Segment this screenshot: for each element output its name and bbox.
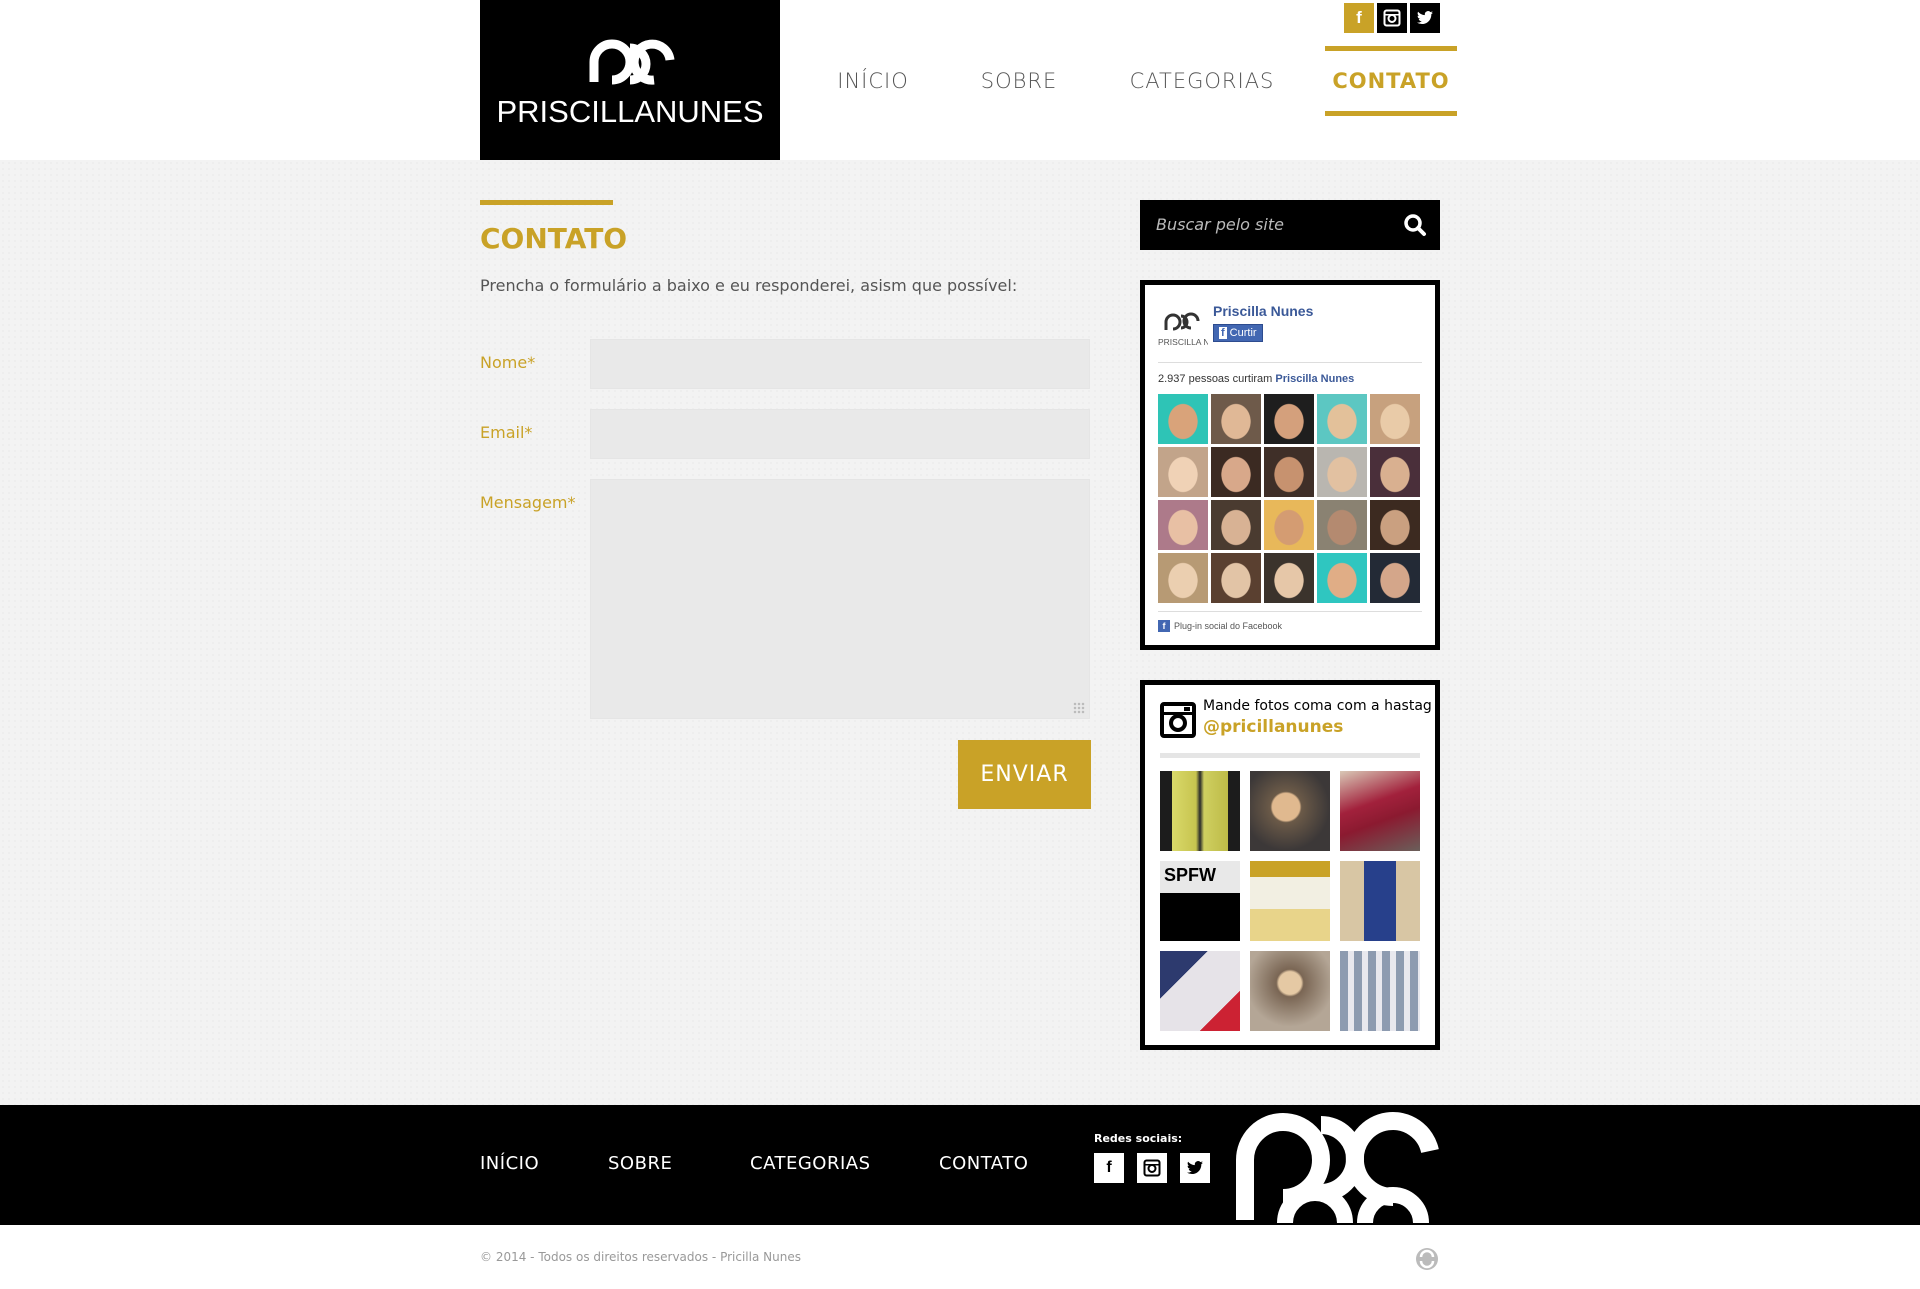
facebook-page-logo[interactable]: PRISCILLA NUNES	[1158, 304, 1208, 354]
facebook-fan-avatar[interactable]	[1317, 553, 1367, 603]
instagram-photo[interactable]	[1250, 771, 1330, 851]
nav-item-contato[interactable]: CONTATO	[1325, 46, 1457, 116]
facebook-fan-avatar[interactable]	[1264, 553, 1314, 603]
footer-social-label: Redes sociais:	[1094, 1132, 1183, 1145]
facebook-logo-text: PRISCILLA NUNES	[1158, 337, 1208, 347]
search-icon[interactable]	[1402, 212, 1428, 238]
instagram-photo[interactable]	[1160, 951, 1240, 1031]
instagram-photo[interactable]	[1250, 951, 1330, 1031]
message-field[interactable]	[590, 479, 1090, 719]
nav-item-sobre[interactable]: SOBRE	[968, 46, 1070, 116]
facebook-fan-avatar[interactable]	[1158, 500, 1208, 550]
instagram-hashtag[interactable]: @pricillanunes	[1203, 717, 1343, 737]
facebook-fan-avatar[interactable]	[1211, 447, 1261, 497]
facebook-count-text: 2.937 pessoas curtiram	[1158, 373, 1273, 385]
instagram-photo[interactable]	[1340, 771, 1420, 851]
nav-item-categorias[interactable]: CATEGORIAS	[1125, 46, 1279, 116]
facebook-fan-avatar[interactable]	[1317, 500, 1367, 550]
site-header: PRISCILLANUNES f INÍCIO SOBRE CATEGORIAS…	[0, 0, 1920, 160]
email-label: Email*	[480, 423, 533, 442]
instagram-widget: Mande fotos coma com a hastag @pricillan…	[1140, 680, 1440, 1050]
facebook-like-icon: f	[1219, 327, 1227, 339]
facebook-fan-avatar[interactable]	[1211, 553, 1261, 603]
facebook-like-count: 2.937 pessoas curtiram Priscilla Nunes	[1158, 373, 1354, 385]
instagram-photo[interactable]	[1160, 771, 1240, 851]
copyright-bar: © 2014 - Todos os direitos reservados - …	[0, 1225, 1920, 1289]
facebook-faces-grid	[1158, 394, 1420, 603]
copyright-text: © 2014 - Todos os direitos reservados - …	[480, 1250, 801, 1264]
instagram-photo-caption: SPFW	[1164, 865, 1216, 885]
instagram-photo[interactable]	[1340, 951, 1420, 1031]
logo-mark-icon	[589, 39, 675, 85]
facebook-fan-avatar[interactable]	[1317, 447, 1367, 497]
instagram-photo[interactable]	[1340, 861, 1420, 941]
facebook-count-link[interactable]: Priscilla Nunes	[1275, 373, 1354, 385]
facebook-fan-avatar[interactable]	[1158, 447, 1208, 497]
facebook-fan-avatar[interactable]	[1370, 553, 1420, 603]
facebook-fan-avatar[interactable]	[1370, 500, 1420, 550]
facebook-fan-avatar[interactable]	[1211, 500, 1261, 550]
nav-item-inicio[interactable]: INÍCIO	[826, 46, 920, 116]
facebook-fan-avatar[interactable]	[1264, 500, 1314, 550]
facebook-small-icon: f	[1158, 620, 1170, 632]
footer-nav-sobre[interactable]: SOBRE	[608, 1153, 672, 1174]
name-field[interactable]	[590, 339, 1090, 389]
header-facebook-icon[interactable]: f	[1344, 3, 1374, 33]
instagram-title: Mande fotos coma com a hastag	[1203, 698, 1432, 714]
footer-twitter-icon[interactable]	[1180, 1153, 1210, 1183]
facebook-fan-avatar[interactable]	[1370, 394, 1420, 444]
facebook-fan-avatar[interactable]	[1158, 394, 1208, 444]
facebook-like-label: Curtir	[1229, 327, 1257, 339]
footer-nav-inicio[interactable]: INÍCIO	[480, 1153, 539, 1174]
developer-logo-icon[interactable]	[1415, 1247, 1439, 1271]
instagram-icon	[1160, 702, 1196, 738]
footer-logo-mark-icon	[1236, 1112, 1439, 1224]
footer-facebook-icon[interactable]: f	[1094, 1153, 1124, 1183]
divider	[1158, 611, 1422, 612]
logo-text: PRISCILLANUNES	[496, 94, 764, 129]
title-accent-bar	[480, 200, 613, 205]
divider	[1158, 362, 1422, 363]
email-field[interactable]	[590, 409, 1090, 459]
facebook-like-box: PRISCILLA NUNES Priscilla Nunes fCurtir …	[1140, 280, 1440, 650]
facebook-plugin-text: Plug-in social do Facebook	[1174, 621, 1283, 631]
footer-instagram-icon[interactable]	[1137, 1153, 1167, 1183]
footer-nav-categorias[interactable]: CATEGORIAS	[750, 1153, 871, 1174]
facebook-plugin-credit[interactable]: f Plug-in social do Facebook	[1158, 620, 1282, 632]
divider	[1160, 753, 1420, 758]
header-instagram-icon[interactable]	[1377, 3, 1407, 33]
facebook-fan-avatar[interactable]	[1370, 447, 1420, 497]
facebook-fan-avatar[interactable]	[1264, 394, 1314, 444]
header-twitter-icon[interactable]	[1410, 3, 1440, 33]
facebook-like-button[interactable]: f Curtir	[1213, 324, 1263, 342]
facebook-fan-avatar[interactable]	[1264, 447, 1314, 497]
facebook-fan-avatar[interactable]	[1158, 553, 1208, 603]
name-label: Nome*	[480, 353, 536, 372]
site-footer: INÍCIO SOBRE CATEGORIAS CONTATO Redes so…	[0, 1105, 1920, 1225]
page-intro: Prencha o formulário a baixo e eu respon…	[480, 276, 1018, 295]
instagram-photo-grid: SPFW	[1160, 771, 1420, 1031]
search-box[interactable]: Buscar pelo site	[1140, 200, 1440, 250]
message-label: Mensagem*	[480, 493, 576, 512]
page-title: CONTATO	[480, 222, 628, 255]
header-social-links: f	[1344, 3, 1440, 33]
instagram-photo[interactable]: SPFW	[1160, 861, 1240, 941]
submit-button[interactable]: ENVIAR	[958, 740, 1091, 809]
footer-social-links: f	[1094, 1153, 1210, 1183]
site-logo[interactable]: PRISCILLANUNES	[480, 0, 780, 160]
facebook-fan-avatar[interactable]	[1211, 394, 1261, 444]
search-input[interactable]: Buscar pelo site	[1156, 215, 1284, 234]
instagram-photo[interactable]	[1250, 861, 1330, 941]
facebook-page-name[interactable]: Priscilla Nunes	[1213, 303, 1313, 319]
footer-nav-contato[interactable]: CONTATO	[939, 1153, 1028, 1174]
resize-handle-icon[interactable]	[1073, 702, 1085, 714]
facebook-fan-avatar[interactable]	[1317, 394, 1367, 444]
